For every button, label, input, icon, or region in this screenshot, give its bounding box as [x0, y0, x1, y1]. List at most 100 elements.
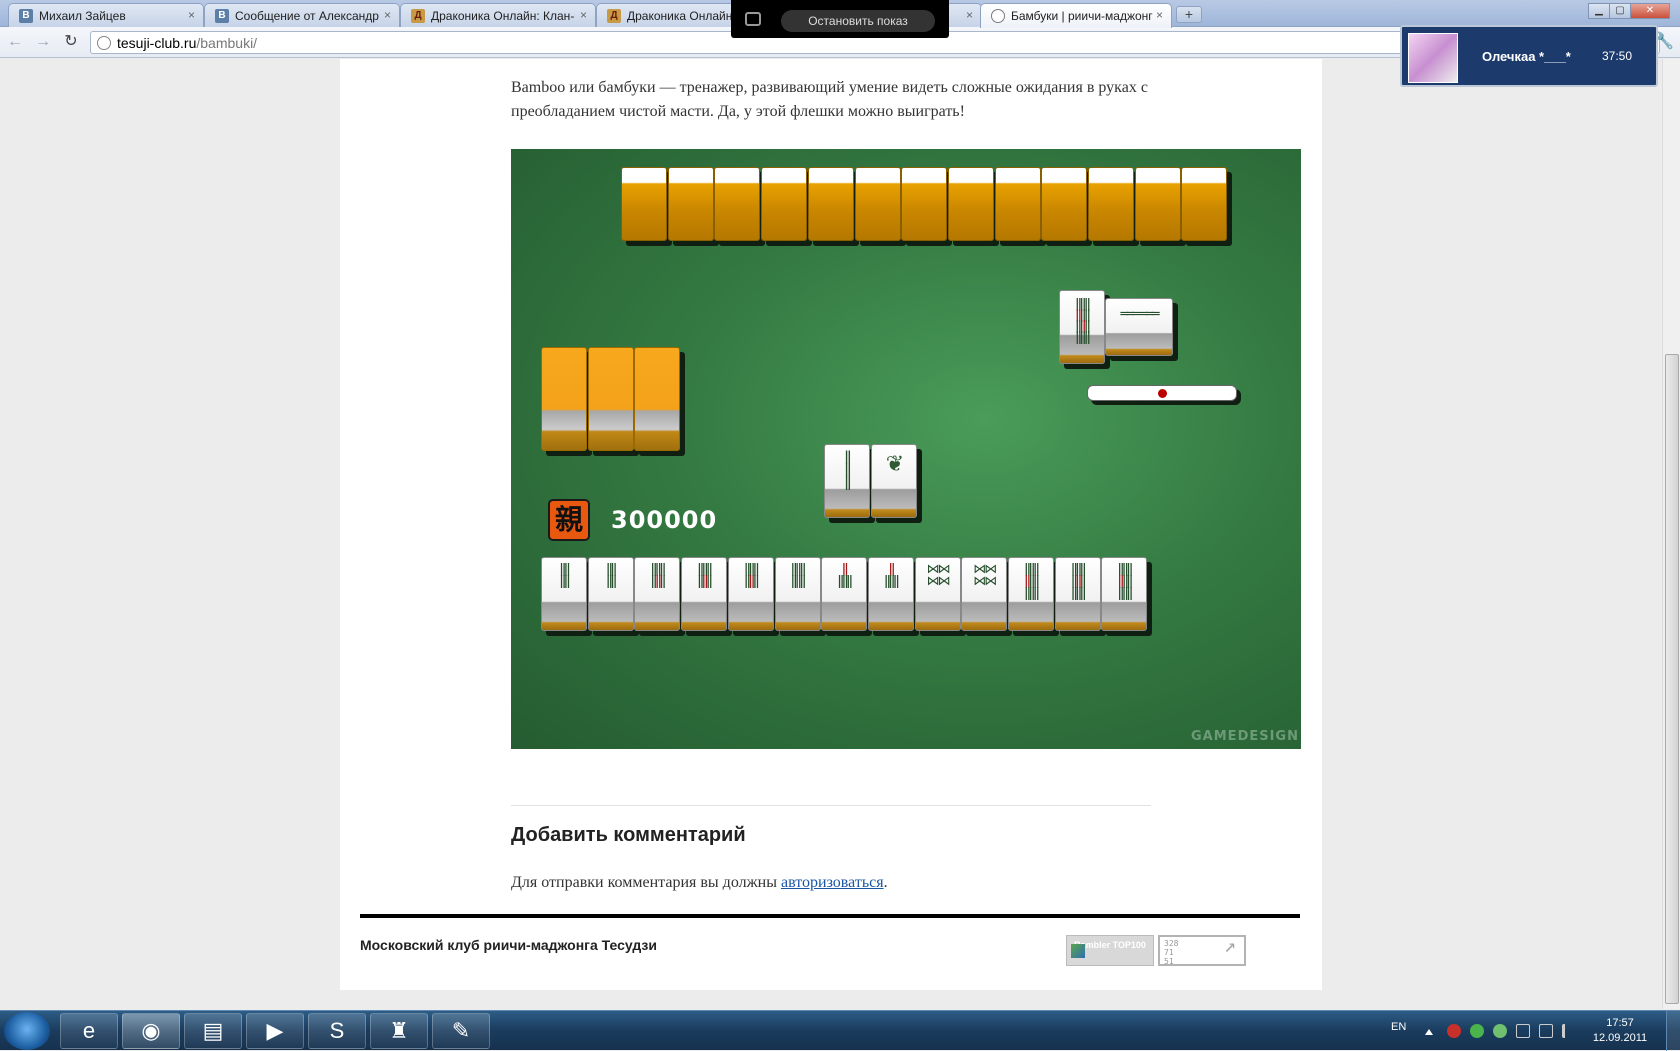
new-tab-button[interactable]: +: [1176, 6, 1202, 23]
tab-message[interactable]: B Сообщение от Александр ×: [204, 3, 400, 27]
language-indicator[interactable]: EN: [1391, 1021, 1406, 1033]
hand-bamboo-tile[interactable]: ǁǁǁ ǁǁǁ: [727, 557, 774, 631]
hand-bamboo-tile[interactable]: ⋈⋈ ⋈⋈: [914, 557, 961, 631]
system-clock[interactable]: 17:57 12.09.2011: [1590, 1016, 1650, 1046]
hand-bamboo-tile[interactable]: ǁǁǁ ǁǁǁ ǁǁǁ: [1101, 557, 1148, 631]
hand-bamboo-tile[interactable]: ⋈⋈ ⋈⋈: [961, 557, 1008, 631]
opponent-tile-back: [994, 167, 1041, 241]
opponent-tile-back: [714, 167, 761, 241]
opponent-tile-back: [667, 167, 714, 241]
article-intro: Bamboo или бамбуки — тренажер, развивающ…: [511, 79, 1148, 120]
visit-counter[interactable]: 328 71 51 ↗: [1158, 935, 1246, 966]
bamboo-icon: ǁǁǁ ǁǁǁ: [697, 562, 712, 589]
rambler-cube-icon: [1071, 944, 1085, 958]
comment-suffix: .: [883, 874, 888, 891]
hand-bamboo-tile[interactable]: ǁǁǁǁ: [587, 557, 634, 631]
action-center-flag-icon[interactable]: [1516, 1024, 1530, 1038]
hand-bamboo-tile[interactable]: ǁǁǁǁ: [541, 557, 587, 631]
vk-icon: B: [19, 9, 33, 23]
hand-bamboo-tile[interactable]: ǁǁǁ ǁǁǁ: [681, 557, 728, 631]
hand-bamboo-tile[interactable]: ǁǁǁǁ: [867, 557, 914, 631]
bamboo-icon: ǁǁǁ ǁǁǁ: [744, 562, 759, 589]
start-button[interactable]: [4, 1012, 50, 1050]
update-check-icon[interactable]: [1470, 1024, 1484, 1038]
close-icon[interactable]: ×: [580, 8, 587, 22]
hand-bamboo-tile[interactable]: ǁǁǁ ǁǁǁ ǁǁǁ: [1054, 557, 1101, 631]
opponent-tile-back: [1134, 167, 1181, 241]
minimize-icon[interactable]: ▁: [1588, 3, 1610, 19]
maximize-icon[interactable]: ▢: [1609, 3, 1631, 19]
close-icon[interactable]: ×: [188, 8, 195, 22]
chrome-icon[interactable]: ◉: [122, 1013, 180, 1049]
bamboo-icon: ǁǁǁ ǁǁǁ ǁǁǁ: [1117, 562, 1133, 601]
explorer-folder-icon[interactable]: ▤: [184, 1013, 242, 1049]
tab-draconica-clan[interactable]: Д Драконика Онлайн: Клан- ×: [400, 3, 596, 27]
stop-sharing-button[interactable]: Остановить показ: [781, 10, 935, 32]
scrollbar-thumb[interactable]: [1665, 354, 1679, 1004]
screen-share-bar: Остановить показ: [731, 0, 949, 38]
vk-icon: B: [215, 9, 229, 23]
bamboo-tile-2-sideways[interactable]: ═══ ═══: [1105, 298, 1173, 356]
hand-bamboo-tile[interactable]: ǁǁǁ ǁǁǁ ǁǁǁ: [1008, 557, 1054, 631]
url-path: /bambuki/: [196, 35, 258, 51]
mahjong-game-area[interactable]: ǁǁǁ ǁǁǁ ǁǁǁ ǁǁǁ ═══ ═══ 親 300000 ǁǁǁ ❦ GAME…: [511, 149, 1301, 749]
media-player-icon[interactable]: ▶: [246, 1013, 304, 1049]
reload-icon[interactable]: ↻: [60, 32, 82, 52]
riichi-stick: [1087, 385, 1237, 401]
utorrent-icon[interactable]: [1493, 1024, 1507, 1038]
left-stack-tile: [634, 347, 681, 451]
notification-time: 37:50: [1602, 49, 1633, 63]
skype-icon[interactable]: S: [308, 1013, 366, 1049]
internet-explorer-icon[interactable]: e: [60, 1013, 118, 1049]
windows-taskbar: e ◉ ▤ ▶ S ♜ ✎ EN 17:57 12.09.2011: [0, 1010, 1680, 1051]
show-hidden-icons-icon[interactable]: [1425, 1027, 1433, 1035]
close-window-icon[interactable]: ✕: [1630, 3, 1670, 19]
show-desktop-button[interactable]: [1666, 1011, 1680, 1051]
draconica-icon: Д: [607, 9, 621, 23]
bamboo-icon: ǁǁǁ ǁǁǁ ǁǁǁ: [1024, 562, 1039, 601]
back-arrow-icon[interactable]: ←: [4, 32, 26, 52]
hand-bamboo-tile[interactable]: ǁǁǁ ǁǁǁ: [774, 557, 821, 631]
bamboo-icon: ǁǁǁ ǁǁǁ ǁǁǁ: [1071, 562, 1086, 601]
bamboo-tile-3[interactable]: ǁǁǁ: [824, 444, 870, 518]
bamboo-icon: ⋈⋈ ⋈⋈: [926, 562, 951, 589]
window-share-icon: [745, 12, 761, 26]
section-divider: [511, 805, 1151, 806]
vertical-scrollbar[interactable]: [1662, 59, 1680, 1009]
bamboo-icon: ǁǁǁǁ: [884, 562, 899, 589]
game-app-icon[interactable]: ♜: [370, 1013, 428, 1049]
hand-bamboo-tile[interactable]: ǁǁǁ ǁǁǁ: [634, 557, 681, 631]
bamboo-icon: ǁǁǁǁ: [837, 562, 853, 589]
opponent-tile-back: [807, 167, 854, 241]
window-controls: ▁ ▢ ✕: [1588, 0, 1670, 19]
close-icon[interactable]: ×: [966, 8, 973, 22]
login-link[interactable]: авторизоваться: [781, 874, 884, 891]
message-notification[interactable]: Олечкаа *___* 37:50: [1400, 25, 1658, 87]
rambler-top100-badge[interactable]: Rambler TOP100: [1066, 935, 1154, 966]
bamboo-tile-8[interactable]: ǁǁǁ ǁǁǁ ǁǁǁ ǁǁǁ: [1059, 290, 1105, 364]
bamboo-icon: ǁǁǁǁ: [606, 562, 617, 589]
antivirus-icon[interactable]: [1447, 1024, 1461, 1038]
comment-prefix: Для отправки комментария вы должны: [511, 874, 781, 891]
tab-title: Драконика Онлайн:: [627, 9, 736, 23]
close-icon[interactable]: ×: [1156, 8, 1163, 22]
draconica-icon: Д: [411, 9, 425, 23]
paint-icon[interactable]: ✎: [432, 1013, 490, 1049]
bamboo-icon: ǁǁǁ ǁǁǁ: [790, 562, 806, 589]
globe-icon: [991, 9, 1005, 23]
close-icon[interactable]: ×: [384, 8, 391, 22]
counter-line: 51: [1164, 957, 1174, 966]
tab-mikhail-zaytsev[interactable]: B Михаил Зайцев ×: [8, 3, 204, 27]
dealer-badge: 親: [548, 499, 590, 541]
clock-date: 12.09.2011: [1592, 1032, 1648, 1044]
network-icon[interactable]: [1539, 1024, 1553, 1038]
hand-bamboo-tile[interactable]: ǁǁǁǁ: [821, 557, 868, 631]
opponent-tile-back: [621, 167, 667, 241]
tab-title: Сообщение от Александр: [235, 9, 379, 23]
tab-bambuki[interactable]: Бамбуки | риичи-маджонг ×: [980, 3, 1172, 28]
volume-icon[interactable]: [1562, 1024, 1576, 1038]
forward-arrow-icon[interactable]: →: [32, 32, 54, 52]
bamboo-tile-1-bird[interactable]: ❦: [871, 444, 917, 518]
bamboo-icon: ǁǁǁǁ: [559, 562, 571, 589]
tab-title: Бамбуки | риичи-маджонг: [1011, 9, 1153, 23]
